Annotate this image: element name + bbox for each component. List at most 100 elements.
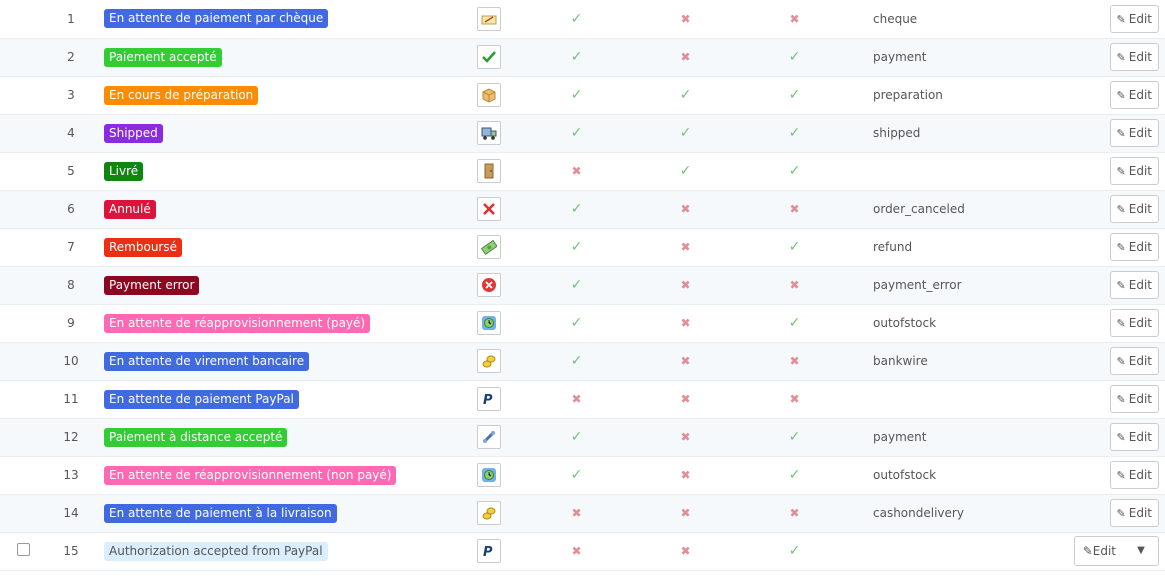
send-email-cell[interactable]: ✖ (631, 532, 740, 571)
send-email-cell[interactable]: ✓ (631, 76, 740, 115)
delivery-cell[interactable]: ✖ (740, 380, 849, 419)
row-checkbox-cell[interactable] (0, 532, 46, 571)
invoice-cell[interactable]: ✓ (522, 304, 631, 343)
edit-split-button[interactable]: ✎Edit ▼ (1073, 536, 1159, 566)
invoice-yes-icon[interactable]: ✓ (571, 87, 583, 103)
edit-button[interactable]: ✎Edit (1109, 423, 1159, 451)
send-email-yes-icon[interactable]: ✓ (680, 87, 692, 103)
invoice-yes-icon[interactable]: ✓ (571, 201, 583, 217)
invoice-cell[interactable]: ✓ (522, 38, 631, 77)
send-email-no-icon[interactable]: ✖ (680, 202, 690, 216)
send-email-cell[interactable]: ✖ (631, 228, 740, 267)
send-email-no-icon[interactable]: ✖ (680, 392, 690, 406)
delivery-yes-icon[interactable]: ✓ (789, 543, 801, 559)
delivery-cell[interactable]: ✓ (740, 228, 849, 267)
send-email-cell[interactable]: ✖ (631, 494, 740, 533)
delivery-cell[interactable]: ✓ (740, 532, 849, 571)
send-email-no-icon[interactable]: ✖ (680, 278, 690, 292)
delivery-cell[interactable]: ✓ (740, 152, 849, 191)
edit-button[interactable]: ✎Edit (1109, 309, 1159, 337)
invoice-yes-icon[interactable]: ✓ (571, 429, 583, 445)
invoice-yes-icon[interactable]: ✓ (571, 467, 583, 483)
send-email-cell[interactable]: ✓ (631, 114, 740, 153)
delivery-no-icon[interactable]: ✖ (789, 278, 799, 292)
delivery-no-icon[interactable]: ✖ (789, 392, 799, 406)
invoice-cell[interactable]: ✓ (522, 76, 631, 115)
edit-button[interactable]: ✎Edit (1109, 461, 1159, 489)
invoice-yes-icon[interactable]: ✓ (571, 353, 583, 369)
delivery-yes-icon[interactable]: ✓ (789, 429, 801, 445)
invoice-cell[interactable]: ✓ (522, 0, 631, 39)
delivery-yes-icon[interactable]: ✓ (789, 239, 801, 255)
delivery-cell[interactable]: ✓ (740, 456, 849, 495)
invoice-no-icon[interactable]: ✖ (571, 164, 581, 178)
edit-button[interactable]: ✎Edit (1109, 385, 1159, 413)
send-email-cell[interactable]: ✖ (631, 304, 740, 343)
send-email-cell[interactable]: ✖ (631, 0, 740, 39)
table-row[interactable]: 15 Authorization accepted from PayPal P … (0, 532, 1165, 571)
edit-button[interactable]: ✎Edit (1109, 4, 1159, 33)
delivery-cell[interactable]: ✓ (740, 304, 849, 343)
send-email-no-icon[interactable]: ✖ (680, 544, 690, 558)
send-email-cell[interactable]: ✖ (631, 456, 740, 495)
table-row[interactable]: 4 Shipped ✓ ✓ ✓ shipped ✎ Edit (0, 114, 1165, 153)
delivery-yes-icon[interactable]: ✓ (789, 315, 801, 331)
delivery-cell[interactable]: ✖ (740, 0, 849, 39)
delivery-no-icon[interactable]: ✖ (789, 202, 799, 216)
send-email-cell[interactable]: ✖ (631, 380, 740, 419)
invoice-cell[interactable]: ✖ (522, 494, 631, 533)
delivery-no-icon[interactable]: ✖ (789, 506, 799, 520)
invoice-cell[interactable]: ✖ (522, 152, 631, 191)
invoice-cell[interactable]: ✓ (522, 228, 631, 267)
send-email-no-icon[interactable]: ✖ (680, 50, 690, 64)
table-row[interactable]: 14 En attente de paiement à la livraison… (0, 494, 1165, 533)
edit-button[interactable]: ✎Edit (1109, 81, 1159, 109)
send-email-cell[interactable]: ✖ (631, 342, 740, 381)
table-row[interactable]: 2 Paiement accepté ✓ ✖ ✓ payment ✎ Edit (0, 38, 1165, 77)
send-email-cell[interactable]: ✖ (631, 190, 740, 229)
edit-button[interactable]: ✎Edit (1109, 43, 1159, 71)
delivery-cell[interactable]: ✖ (740, 342, 849, 381)
chevron-down-icon[interactable]: ▼ (1124, 537, 1158, 565)
invoice-yes-icon[interactable]: ✓ (571, 239, 583, 255)
invoice-yes-icon[interactable]: ✓ (571, 11, 583, 27)
send-email-no-icon[interactable]: ✖ (680, 506, 690, 520)
invoice-cell[interactable]: ✖ (522, 532, 631, 571)
delivery-yes-icon[interactable]: ✓ (789, 87, 801, 103)
send-email-cell[interactable]: ✖ (631, 266, 740, 305)
delivery-cell[interactable]: ✓ (740, 76, 849, 115)
table-row[interactable]: 8 Payment error ✓ ✖ ✖ payment_error ✎ Edi… (0, 266, 1165, 305)
table-row[interactable]: 11 En attente de paiement PayPal P ✖ ✖ ✖… (0, 380, 1165, 419)
invoice-cell[interactable]: ✓ (522, 418, 631, 457)
send-email-no-icon[interactable]: ✖ (680, 240, 690, 254)
invoice-cell[interactable]: ✓ (522, 456, 631, 495)
send-email-no-icon[interactable]: ✖ (680, 12, 690, 26)
table-row[interactable]: 12 Paiement à distance accepté ✓ ✖ ✓ pay… (0, 418, 1165, 457)
table-row[interactable]: 3 En cours de préparation ✓ ✓ ✓ preparat… (0, 76, 1165, 115)
delivery-cell[interactable]: ✓ (740, 418, 849, 457)
send-email-cell[interactable]: ✓ (631, 152, 740, 191)
edit-button[interactable]: ✎Edit (1109, 347, 1159, 375)
send-email-yes-icon[interactable]: ✓ (680, 125, 692, 141)
send-email-no-icon[interactable]: ✖ (680, 354, 690, 368)
table-row[interactable]: 7 Remboursé ✓ ✖ ✓ refund ✎ Edit (0, 228, 1165, 267)
delivery-cell[interactable]: ✓ (740, 114, 849, 153)
delivery-no-icon[interactable]: ✖ (789, 354, 799, 368)
invoice-cell[interactable]: ✓ (522, 342, 631, 381)
invoice-no-icon[interactable]: ✖ (571, 506, 581, 520)
edit-button[interactable]: ✎Edit (1109, 119, 1159, 147)
table-row[interactable]: 10 En attente de virement bancaire ✓ ✖ ✖… (0, 342, 1165, 381)
invoice-cell[interactable]: ✖ (522, 380, 631, 419)
edit-button[interactable]: ✎Edit (1109, 195, 1159, 223)
table-row[interactable]: 9 En attente de réapprovisionnement (pay… (0, 304, 1165, 343)
table-row[interactable]: 1 En attente de paiement par chèque ✓ ✖ … (0, 0, 1165, 39)
send-email-cell[interactable]: ✖ (631, 418, 740, 457)
delivery-cell[interactable]: ✓ (740, 38, 849, 77)
send-email-cell[interactable]: ✖ (631, 38, 740, 77)
invoice-yes-icon[interactable]: ✓ (571, 125, 583, 141)
edit-button[interactable]: ✎Edit (1109, 499, 1159, 527)
table-row[interactable]: 13 En attente de réapprovisionnement (no… (0, 456, 1165, 495)
delivery-yes-icon[interactable]: ✓ (789, 49, 801, 65)
delivery-cell[interactable]: ✖ (740, 266, 849, 305)
invoice-yes-icon[interactable]: ✓ (571, 277, 583, 293)
